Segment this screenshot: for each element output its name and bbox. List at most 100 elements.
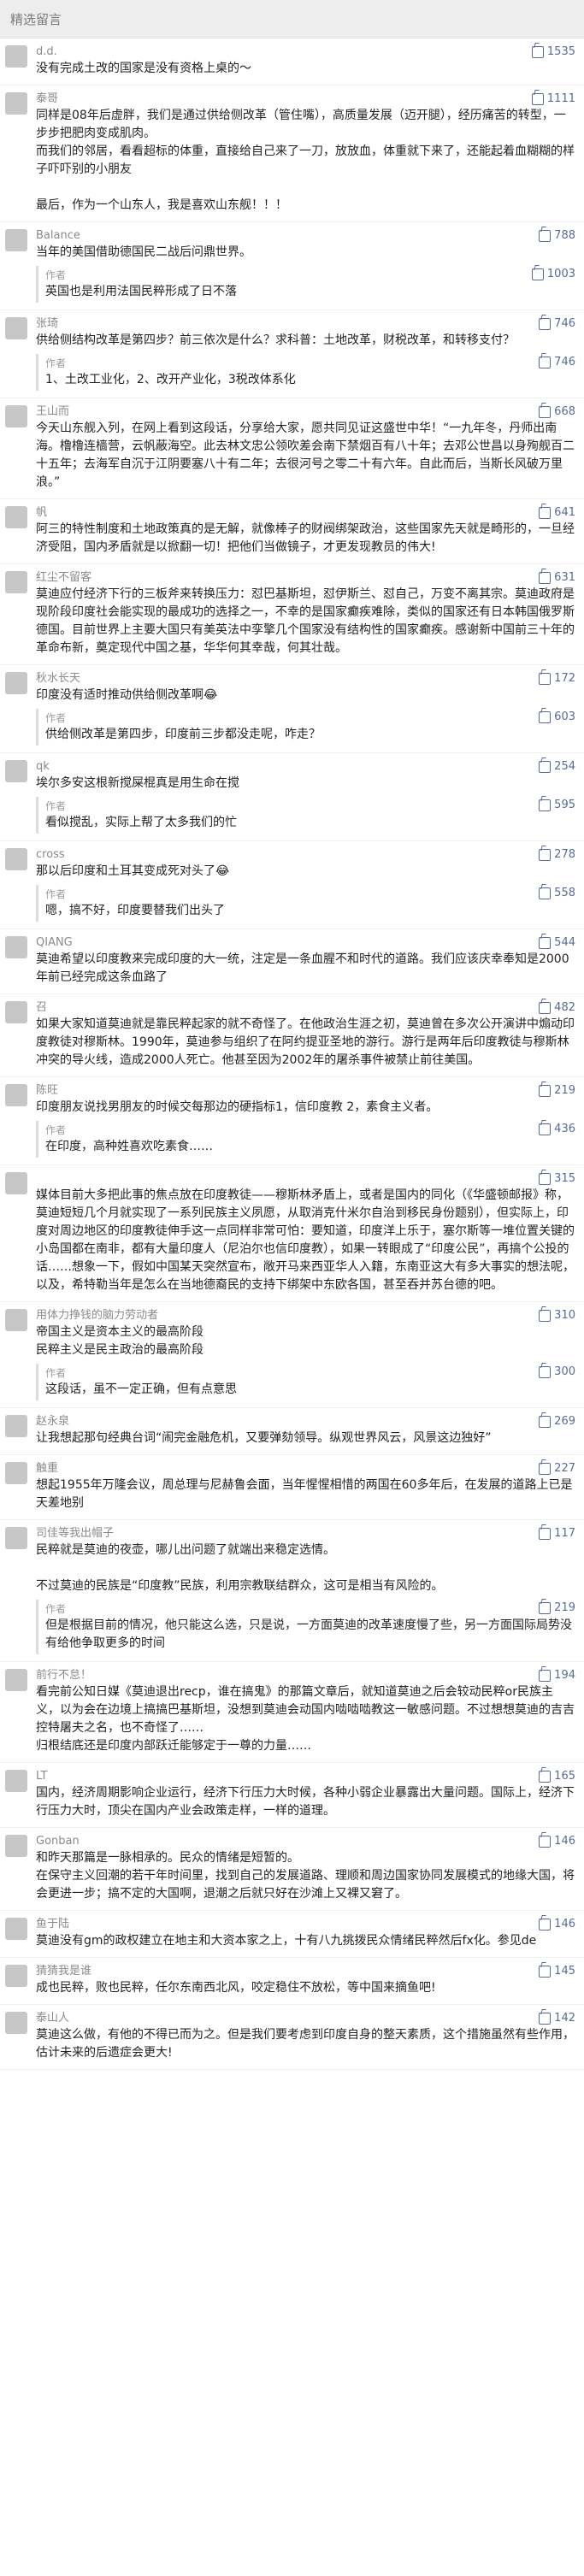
page-header: 精选留言 (0, 0, 584, 38)
commenter-name[interactable]: 张琦 (36, 316, 575, 332)
thumb-up-icon (539, 1084, 552, 1097)
like-button[interactable]: 254 (539, 760, 575, 773)
commenter-name[interactable]: 鱼于陆 (36, 1917, 575, 1932)
reply-like-button[interactable]: 558 (539, 887, 575, 899)
like-count: 315 (554, 1172, 575, 1185)
like-button[interactable]: 172 (539, 672, 575, 685)
like-button[interactable]: 631 (539, 571, 575, 584)
like-button[interactable]: 142 (539, 2012, 575, 2025)
like-button[interactable]: 310 (539, 1309, 575, 1322)
like-count: 746 (554, 356, 575, 368)
comment-text: 那以后印度和土耳其变成死对头了😂 (36, 864, 230, 878)
avatar[interactable] (5, 1309, 27, 1331)
like-button[interactable]: 194 (539, 1669, 575, 1682)
avatar[interactable] (5, 1001, 27, 1023)
commenter-name[interactable]: 司佳等我出帽子 (36, 1526, 575, 1541)
avatar[interactable] (5, 1965, 27, 1987)
avatar[interactable] (5, 936, 27, 958)
commenter-name[interactable]: Gonban (36, 1834, 575, 1849)
commenter-name[interactable]: 秋水长天 (36, 671, 575, 687)
commenter-name[interactable]: 陈旺 (36, 1083, 575, 1099)
avatar[interactable] (5, 405, 27, 427)
like-count: 544 (554, 936, 575, 949)
avatar[interactable] (5, 1172, 27, 1194)
avatar[interactable] (5, 1669, 27, 1691)
avatar[interactable] (5, 1527, 27, 1549)
like-count: 746 (554, 317, 575, 330)
reply-like-button[interactable]: 595 (539, 799, 575, 811)
avatar[interactable] (5, 229, 27, 251)
like-count: 269 (554, 1415, 575, 1428)
commenter-name[interactable]: 触重 (36, 1461, 575, 1477)
like-button[interactable]: 219 (539, 1084, 575, 1097)
avatar[interactable] (5, 1918, 27, 1940)
commenter-name[interactable]: cross (36, 847, 575, 863)
commenter-name[interactable]: 猜猜我是谁 (36, 1964, 575, 1979)
reply-like-button[interactable]: 300 (539, 1365, 575, 1378)
like-button[interactable]: 145 (539, 1965, 575, 1978)
reply-like-button[interactable]: 436 (539, 1123, 575, 1135)
comment-text: 没有完成土改的国家是没有资格上桌的～ (36, 62, 251, 75)
reply-like-button[interactable]: 1003 (531, 268, 575, 280)
like-button[interactable]: 146 (539, 1835, 575, 1848)
like-button[interactable]: 165 (539, 1770, 575, 1783)
commenter-name[interactable]: 赵永泉 (36, 1414, 575, 1429)
like-button[interactable]: 482 (539, 1001, 575, 1014)
like-button[interactable]: 1535 (531, 45, 575, 58)
like-button[interactable]: 1111 (531, 92, 575, 105)
commenter-name[interactable]: 用体力挣钱的脑力劳动者 (36, 1308, 575, 1323)
commenter-name[interactable]: d.d. (36, 44, 575, 60)
avatar[interactable] (5, 1415, 27, 1437)
commenter-name[interactable]: qk (36, 759, 575, 775)
like-button[interactable]: 117 (539, 1527, 575, 1540)
like-count: 558 (554, 887, 575, 899)
like-button[interactable]: 315 (539, 1172, 575, 1185)
thumb-up-icon (539, 1415, 552, 1428)
thumb-up-icon (539, 1123, 552, 1135)
avatar[interactable] (5, 672, 27, 694)
thumb-up-icon (539, 229, 552, 242)
commenter-name[interactable]: 前行不怠！ (36, 1668, 575, 1683)
reply-like-button[interactable]: 746 (539, 356, 575, 368)
like-count: 436 (554, 1123, 575, 1135)
comment-text: 民粹就是莫迪的夜壶，哪儿出问题了就端出来稳定选情。 不过莫迪的民族是“印度教”民… (36, 1543, 444, 1593)
like-button[interactable]: 788 (539, 229, 575, 242)
reply-like-button[interactable]: 219 (539, 1601, 575, 1614)
comment-item: 猜猜我是谁 145 成也民粹，败也民粹，任尔东南西北风，咬定稳住不放松，等中国来摘鱼… (0, 1958, 584, 2005)
avatar[interactable] (5, 1835, 27, 1857)
commenter-name[interactable]: 召 (36, 1000, 575, 1016)
avatar[interactable] (5, 848, 27, 870)
like-button[interactable]: 544 (539, 936, 575, 949)
like-button[interactable]: 269 (539, 1415, 575, 1428)
avatar[interactable] (5, 2012, 27, 2034)
avatar[interactable] (5, 45, 27, 68)
like-button[interactable]: 146 (539, 1918, 575, 1931)
avatar[interactable] (5, 317, 27, 339)
like-button[interactable]: 227 (539, 1462, 575, 1475)
commenter-name[interactable]: 红尘不留客 (36, 570, 575, 586)
commenter-name[interactable]: 泰山人 (36, 2011, 575, 2026)
avatar[interactable] (5, 760, 27, 782)
like-button[interactable]: 278 (539, 848, 575, 861)
commenter-name[interactable]: QIANG (36, 935, 575, 951)
thumb-up-icon (539, 1965, 552, 1978)
author-label: 作者 (45, 269, 67, 281)
commenter-name[interactable]: 帆 (36, 505, 575, 521)
like-button[interactable]: 668 (539, 405, 575, 418)
commenter-name[interactable]: Balance (36, 228, 575, 244)
avatar[interactable] (5, 1084, 27, 1106)
avatar[interactable] (5, 506, 27, 528)
avatar[interactable] (5, 1770, 27, 1792)
commenter-name[interactable]: LT (36, 1769, 575, 1784)
avatar[interactable] (5, 92, 27, 115)
like-button[interactable]: 641 (539, 506, 575, 519)
commenter-name[interactable]: 王山而 (36, 404, 575, 420)
reply-like-button[interactable]: 603 (539, 710, 575, 723)
comment-text: 看完前公知日媒《莫迪退出recp，谁在搞鬼》的那篇文章后，就知道莫迪之后会较动民… (36, 1685, 575, 1753)
avatar[interactable] (5, 1462, 27, 1484)
commenter-name[interactable]: 泰哥 (36, 91, 575, 107)
comment-item: 秋水长天 172 印度没有适时推动供给侧改革啊😂 作者 603 供给侧改革是第四步，印度前… (0, 665, 584, 753)
like-button[interactable]: 746 (539, 317, 575, 330)
commenter-name[interactable] (36, 1171, 575, 1187)
avatar[interactable] (5, 571, 27, 593)
